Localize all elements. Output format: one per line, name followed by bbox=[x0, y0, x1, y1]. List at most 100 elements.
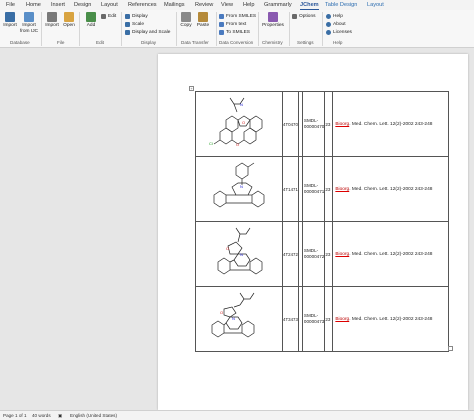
copy-label: Copy bbox=[180, 23, 192, 28]
properties-button[interactable]: Properties bbox=[260, 12, 286, 29]
licenses-label: Licenses bbox=[333, 29, 352, 35]
structure-cell[interactable]: N O O Cl bbox=[195, 91, 283, 157]
tab-references[interactable]: References bbox=[128, 0, 157, 10]
help-button[interactable]: Help bbox=[326, 13, 343, 19]
table-row[interactable]: N O O Cl 4T0470 SMDL- 00000470 23 Bioorg.… bbox=[195, 91, 449, 157]
to-smiles-button[interactable]: To SMILES bbox=[219, 29, 250, 35]
tab-review[interactable]: Review bbox=[195, 0, 213, 10]
display-scale-icon bbox=[125, 29, 130, 35]
copy-button[interactable]: Copy bbox=[179, 12, 193, 29]
scale-button[interactable]: Scale bbox=[125, 21, 144, 27]
tab-insert[interactable]: Insert bbox=[51, 0, 65, 10]
from-smiles-label: From SMILES bbox=[226, 13, 257, 19]
tab-table-design[interactable]: Table Design bbox=[325, 0, 357, 10]
code-number: 00000472 bbox=[303, 254, 325, 259]
file-open-button[interactable]: Open bbox=[62, 12, 76, 29]
code-cell: SMDL- 00000471 bbox=[301, 156, 326, 222]
count-cell: 23 bbox=[324, 156, 334, 222]
tab-grammarly[interactable]: Grammarly bbox=[264, 0, 292, 10]
scale-icon bbox=[125, 21, 130, 27]
svg-text:N: N bbox=[240, 102, 243, 107]
database-import-button[interactable]: Import bbox=[2, 12, 18, 29]
licenses-button[interactable]: Licenses bbox=[326, 29, 352, 35]
table-row[interactable]: O N 4T3473 SMDL- 00000473 23 Bioorg. Med.… bbox=[195, 286, 449, 352]
to-smiles-icon bbox=[219, 29, 224, 35]
document-canvas[interactable]: N O O Cl 4T0470 SMDL- 00000470 23 Bioorg.… bbox=[0, 48, 474, 410]
table-move-handle[interactable]: + bbox=[189, 86, 194, 91]
svg-text:Cl: Cl bbox=[209, 141, 213, 146]
add-icon bbox=[86, 12, 96, 22]
compound-id: 4T0470 bbox=[282, 91, 299, 157]
tab-mailings[interactable]: Mailings bbox=[164, 0, 185, 10]
svg-text:O: O bbox=[236, 142, 239, 147]
group-divider bbox=[289, 12, 290, 46]
folder-icon bbox=[64, 12, 74, 22]
edit-button[interactable]: Edit bbox=[101, 13, 116, 19]
copy-icon bbox=[181, 12, 191, 22]
options-button[interactable]: Options bbox=[292, 13, 316, 19]
molecule-table[interactable]: N O O Cl 4T0470 SMDL- 00000470 23 Bioorg.… bbox=[195, 91, 449, 352]
structure-cell[interactable]: O N bbox=[195, 286, 283, 352]
file-import-button[interactable]: Import bbox=[44, 12, 60, 29]
code-number: 00000473 bbox=[303, 319, 325, 324]
ribbon-tab-bar: File Home Insert Design Layout Reference… bbox=[0, 0, 474, 10]
table-resize-handle[interactable] bbox=[448, 346, 453, 351]
import-from-ijc-button[interactable]: Import from IJC bbox=[19, 12, 39, 34]
structure-cell[interactable]: O N bbox=[195, 221, 283, 287]
paste-icon bbox=[198, 12, 208, 22]
svg-text:N: N bbox=[232, 316, 235, 321]
code-prefix: SMDL- bbox=[303, 118, 319, 123]
molecule-structure-2[interactable]: N bbox=[196, 157, 282, 219]
spellcheck-word[interactable]: Bioorg bbox=[335, 187, 349, 192]
display-and-scale-button[interactable]: Display and Scale bbox=[125, 29, 170, 35]
molecule-structure-3[interactable]: O N bbox=[196, 222, 282, 284]
language-indicator[interactable]: English (United States) bbox=[70, 413, 117, 418]
svg-text:N: N bbox=[240, 252, 243, 257]
group-divider bbox=[79, 12, 80, 46]
tab-home[interactable]: Home bbox=[26, 0, 41, 10]
spellcheck-word[interactable]: Bioorg bbox=[335, 317, 349, 322]
display-label: Display bbox=[132, 13, 148, 19]
code-cell: SMDL- 00000470 bbox=[301, 91, 326, 157]
code-prefix: SMDL- bbox=[303, 183, 319, 188]
add-button[interactable]: Add bbox=[84, 12, 98, 29]
tab-help[interactable]: Help bbox=[243, 0, 255, 10]
table-row[interactable]: N 4T1471 SMDL- 00000471 23 Bioorg. Med. C… bbox=[195, 156, 449, 222]
spellcheck-word[interactable]: Bioorg bbox=[335, 122, 349, 127]
page-count[interactable]: Page 1 of 1 bbox=[3, 413, 27, 418]
spellcheck-word[interactable]: Bioorg bbox=[335, 252, 349, 257]
reference-cell: Bioorg. Med. Chem. Lett. 12(2)-2002 243-… bbox=[332, 156, 449, 222]
ribbon: Import Import from IJC Database Import O… bbox=[0, 10, 474, 48]
group-label-data-transfer: Data Transfer bbox=[181, 40, 209, 45]
from-smiles-button[interactable]: From SMILES bbox=[219, 13, 256, 19]
code-cell: SMDL- 00000472 bbox=[301, 221, 326, 287]
tab-design[interactable]: Design bbox=[74, 0, 91, 10]
count-cell: 23 bbox=[324, 221, 334, 287]
paste-label: Paste bbox=[196, 23, 210, 28]
add-label: Add bbox=[86, 23, 96, 28]
display-button[interactable]: Display bbox=[125, 13, 148, 19]
paste-button[interactable]: Paste bbox=[196, 12, 210, 29]
structure-cell[interactable]: N bbox=[195, 156, 283, 222]
svg-text:N: N bbox=[240, 184, 243, 189]
reference-cell: Bioorg. Med. Chem. Lett. 12(2)-2002 243-… bbox=[332, 221, 449, 287]
code-cell: SMDL- 00000473 bbox=[301, 286, 326, 352]
tab-view[interactable]: View bbox=[221, 0, 233, 10]
tab-layout[interactable]: Layout bbox=[101, 0, 118, 10]
table-row[interactable]: O N 4T2472 SMDL- 00000472 23 Bioorg. Med.… bbox=[195, 221, 449, 287]
tab-table-layout[interactable]: Layout bbox=[367, 0, 384, 10]
molecule-structure-1[interactable]: N O O Cl bbox=[196, 92, 282, 154]
group-label-file: File bbox=[57, 40, 65, 45]
about-button[interactable]: About bbox=[326, 21, 346, 27]
from-text-button[interactable]: From text bbox=[219, 21, 246, 27]
molecule-structure-4[interactable]: O N bbox=[196, 287, 282, 349]
document-page[interactable]: N O O Cl 4T0470 SMDL- 00000470 23 Bioorg.… bbox=[158, 54, 468, 410]
tab-jchem[interactable]: JChem bbox=[300, 0, 319, 10]
count-cell: 23 bbox=[324, 286, 334, 352]
license-icon bbox=[326, 29, 331, 35]
group-label-display: Display bbox=[141, 40, 157, 45]
code-prefix: SMDL- bbox=[303, 313, 319, 318]
tab-file[interactable]: File bbox=[6, 0, 15, 10]
word-count[interactable]: 40 words bbox=[32, 413, 51, 418]
proofing-icon[interactable]: ▣ bbox=[58, 413, 62, 419]
